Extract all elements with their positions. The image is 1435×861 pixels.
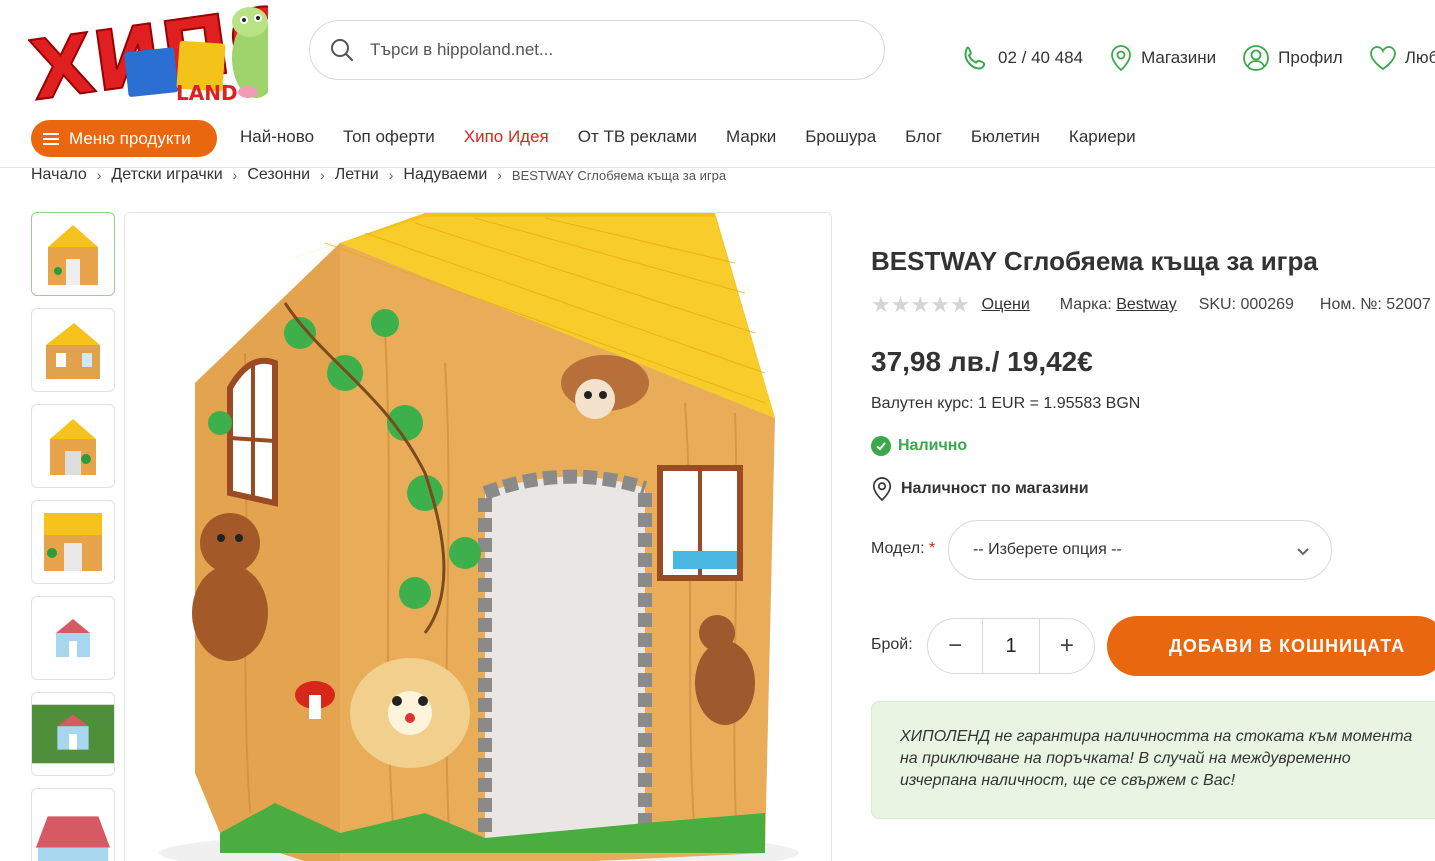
sku: SKU: 000269 <box>1198 296 1294 313</box>
chevron-down-icon <box>1297 548 1309 556</box>
thumbnail-list <box>31 212 115 861</box>
decrease-button[interactable]: − <box>928 619 982 673</box>
stores-link[interactable]: Магазини <box>1109 44 1216 72</box>
nav-item-new[interactable]: Най-ново <box>240 127 314 147</box>
store-availability-link[interactable]: Наличност по магазини <box>871 476 1089 502</box>
star-icon: ★ <box>930 292 950 317</box>
phone-link[interactable]: 02 / 40 484 <box>962 44 1083 72</box>
header-links: 02 / 40 484 Магазини Профил Любими <box>962 44 1435 72</box>
nav-item-brands[interactable]: Марки <box>726 127 776 147</box>
star-icon: ★ <box>890 292 911 317</box>
brand-link[interactable]: Bestway <box>1116 296 1176 314</box>
hamburger-icon <box>43 132 59 145</box>
breadcrumb-current: BESTWAY Сглобяема къща за игра <box>511 167 727 183</box>
nav-item-tv-ads[interactable]: От ТВ реклами <box>578 127 697 147</box>
chevron-right-icon: › <box>320 167 325 183</box>
search-box[interactable] <box>309 20 885 80</box>
logo-subtext: LAND <box>176 81 238 105</box>
thumbnail[interactable] <box>31 308 115 392</box>
thumbnail[interactable] <box>31 596 115 680</box>
stock-status: Налично <box>871 436 967 456</box>
availability-notice: ХИПОЛЕНД не гарантира наличността на сто… <box>871 701 1435 819</box>
thumbnail[interactable] <box>31 500 115 584</box>
profile-label: Профил <box>1278 48 1343 67</box>
nav-item-top-offers[interactable]: Топ оферти <box>343 127 435 147</box>
model-label: Модел: * <box>871 540 935 558</box>
model-select[interactable]: -- Изберете опция -- <box>948 520 1332 580</box>
model-select-value: -- Изберете опция -- <box>973 541 1122 558</box>
chevron-right-icon: › <box>497 167 502 183</box>
star-icon: ★ <box>949 292 970 317</box>
thumbnail[interactable] <box>31 692 115 776</box>
location-pin-icon <box>1111 45 1131 72</box>
thumbnail[interactable] <box>31 788 115 861</box>
phone-number: 02 / 40 484 <box>998 48 1084 67</box>
products-menu-button[interactable]: Меню продукти <box>31 120 217 157</box>
chevron-right-icon: › <box>232 167 238 183</box>
products-menu-label: Меню продукти <box>69 128 191 148</box>
quantity-label: Брой: <box>871 636 913 653</box>
nav-item-newsletter[interactable]: Бюлетин <box>971 127 1040 147</box>
product-meta: ★ ★ ★ ★ ★ Оцени Марка: Bestway SKU: 000269 Н… <box>871 294 1431 316</box>
rating-stars[interactable]: ★ ★ ★ ★ ★ <box>871 294 970 316</box>
required-marker: * <box>929 540 936 557</box>
nav-item-careers[interactable]: Кариери <box>1069 127 1136 147</box>
main-product-image[interactable] <box>124 212 832 861</box>
model-label-text: Модел: <box>871 540 925 557</box>
search-input[interactable] <box>370 40 850 60</box>
breadcrumb: Начало › Детски играчки › Сезонни › Летни › … <box>31 166 726 184</box>
rate-link[interactable]: Оцени <box>982 296 1030 314</box>
breadcrumb-summer[interactable]: Летни <box>335 166 379 184</box>
site-logo[interactable]: ХИПО LAND <box>24 0 307 121</box>
star-icon: ★ <box>871 292 891 317</box>
stores-label: Магазини <box>1141 48 1217 67</box>
favorites-label: Любими <box>1404 48 1435 67</box>
exchange-rate: Валутен курс: 1 EUR = 1.95583 BGN <box>871 395 1141 412</box>
thumbnail[interactable] <box>31 404 115 488</box>
breadcrumb-home[interactable]: Начало <box>31 166 87 184</box>
chevron-right-icon: › <box>96 167 102 183</box>
quantity-input[interactable]: 1 <box>982 619 1040 673</box>
star-icon: ★ <box>910 292 931 317</box>
thumbnail[interactable] <box>31 212 115 296</box>
increase-button[interactable]: + <box>1040 619 1094 673</box>
nav-item-brochure[interactable]: Брошура <box>805 127 876 147</box>
add-to-cart-button[interactable]: ДОБАВИ В КОШНИЦАТА <box>1107 616 1435 676</box>
nav-item-blog[interactable]: Блог <box>905 127 942 147</box>
product-title: BESTWAY Сглобяема къща за игра <box>871 246 1318 276</box>
chevron-right-icon: › <box>388 167 394 183</box>
profile-link[interactable]: Профил <box>1242 44 1343 72</box>
breadcrumb-inflatable[interactable]: Надуваеми <box>403 166 487 184</box>
location-pin-icon <box>872 477 892 502</box>
quantity-stepper: − 1 + <box>927 618 1095 674</box>
main-nav: Меню продукти Най-ново Топ оферти Хипо И… <box>0 112 1435 168</box>
user-icon <box>1243 45 1270 71</box>
heart-icon <box>1369 46 1396 71</box>
check-icon <box>871 436 891 456</box>
search-icon[interactable] <box>328 36 356 64</box>
product-price: 37,98 лв./ 19,42€ <box>871 346 1093 377</box>
catalog-number: Ном. №: 52007 <box>1319 296 1431 313</box>
nav-item-hipo-idea[interactable]: Хипо Идея <box>464 127 549 147</box>
store-availability-label: Наличност по магазини <box>901 480 1089 497</box>
brand-label: Марка: <box>1059 296 1112 313</box>
breadcrumb-seasonal[interactable]: Сезонни <box>247 166 310 184</box>
phone-icon <box>964 46 986 70</box>
breadcrumb-kids-toys[interactable]: Детски играчки <box>111 166 222 184</box>
favorites-link[interactable]: Любими <box>1369 45 1435 71</box>
stock-label: Налично <box>898 437 968 454</box>
